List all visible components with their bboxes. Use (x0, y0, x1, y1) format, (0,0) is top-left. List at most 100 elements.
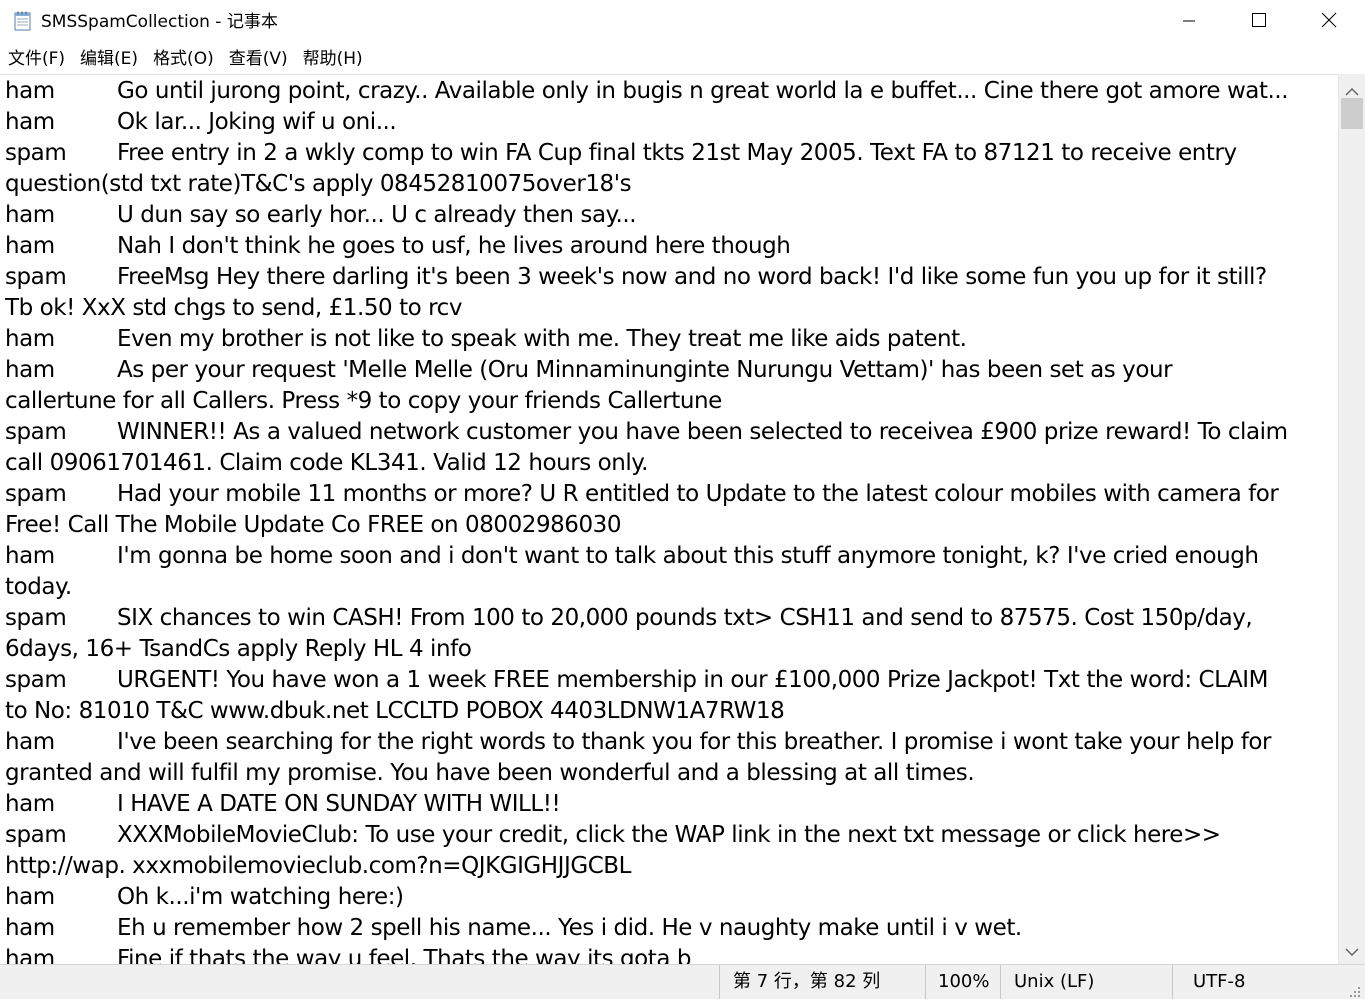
zoom-level: 100% (925, 965, 1000, 999)
vertical-scrollbar[interactable] (1338, 74, 1365, 964)
message-label: spam (5, 822, 67, 848)
text-line[interactable]: ham Fine if thats the way u feel. Thats t… (5, 944, 1335, 965)
message-text: Oh k...i'm watching here:) (117, 884, 404, 910)
text-line[interactable]: ham Oh k...i'm watching here:) (5, 882, 1335, 913)
message-label: ham (5, 78, 55, 104)
menu-edit[interactable]: 编辑(E) (73, 48, 145, 70)
menu-help[interactable]: 帮助(H) (296, 48, 370, 70)
message-label: spam (5, 667, 67, 693)
message-text: Go until jurong point, crazy.. Available… (117, 78, 1289, 104)
text-line[interactable]: granted and will fulfil my promise. You … (5, 758, 1335, 789)
message-label: ham (5, 729, 55, 755)
minimize-icon (1182, 13, 1196, 32)
close-icon (1321, 12, 1337, 32)
text-line[interactable]: Free! Call The Mobile Update Co FREE on … (5, 510, 1335, 541)
text-line[interactable]: spam FreeMsg Hey there darling it's been … (5, 262, 1335, 293)
text-line[interactable]: spam XXXMobileMovieClub: To use your cred… (5, 820, 1335, 851)
message-text: U dun say so early hor... U c already th… (117, 202, 637, 228)
message-label: ham (5, 791, 55, 817)
message-label: ham (5, 326, 55, 352)
message-text: call 09061701461. Claim code KL341. Vali… (5, 450, 649, 476)
text-line[interactable]: ham As per your request 'Melle Melle (Oru… (5, 355, 1335, 386)
message-text: granted and will fulfil my promise. You … (5, 760, 975, 786)
message-text: question(std txt rate)T&C's apply 084528… (5, 171, 632, 197)
message-text: Free! Call The Mobile Update Co FREE on … (5, 512, 622, 538)
message-text: Ok lar... Joking wif u oni... (117, 109, 397, 135)
text-line[interactable]: ham Nah I don't think he goes to usf, he … (5, 231, 1335, 262)
message-text: URGENT! You have won a 1 week FREE membe… (117, 667, 1268, 693)
text-line[interactable]: ham I HAVE A DATE ON SUNDAY WITH WILL!! (5, 789, 1335, 820)
text-line[interactable]: spam Free entry in 2 a wkly comp to win F… (5, 138, 1335, 169)
message-text: SIX chances to win CASH! From 100 to 20,… (117, 605, 1253, 631)
message-label: spam (5, 605, 67, 631)
message-label: spam (5, 419, 67, 445)
message-text: As per your request 'Melle Melle (Oru Mi… (117, 357, 1173, 383)
text-line[interactable]: ham Go until jurong point, crazy.. Availa… (5, 76, 1335, 107)
scroll-down-arrow-icon[interactable] (1345, 942, 1359, 961)
message-label: ham (5, 109, 55, 135)
text-line[interactable]: ham I'm gonna be home soon and i don't wa… (5, 541, 1335, 572)
cursor-position: 第 7 行，第 82 列 (719, 965, 925, 999)
message-text: Nah I don't think he goes to usf, he liv… (117, 233, 791, 259)
message-text: Tb ok! XxX std chgs to send, £1.50 to rc… (5, 295, 462, 321)
message-label: spam (5, 140, 67, 166)
text-line[interactable]: today. (5, 572, 1335, 603)
text-line[interactable]: Tb ok! XxX std chgs to send, £1.50 to rc… (5, 293, 1335, 324)
text-line[interactable]: callertune for all Callers. Press *9 to … (5, 386, 1335, 417)
encoding: UTF-8 (1172, 965, 1365, 999)
text-line[interactable]: spam URGENT! You have won a 1 week FREE m… (5, 665, 1335, 696)
message-text: FreeMsg Hey there darling it's been 3 we… (117, 264, 1267, 290)
resize-grip-icon[interactable] (1349, 983, 1361, 1002)
maximize-icon (1251, 12, 1267, 32)
title-bar[interactable]: SMSSpamCollection - 记事本 (0, 0, 1365, 44)
message-label: ham (5, 543, 55, 569)
text-line[interactable]: http://wap. xxxmobilemovieclub.com?n=QJK… (5, 851, 1335, 882)
text-line[interactable]: question(std txt rate)T&C's apply 084528… (5, 169, 1335, 200)
text-line[interactable]: call 09061701461. Claim code KL341. Vali… (5, 448, 1335, 479)
text-line[interactable]: ham Even my brother is not like to speak … (5, 324, 1335, 355)
message-text: 6days, 16+ TsandCs apply Reply HL 4 info (5, 636, 472, 662)
line-ending: Unix (LF) (1000, 965, 1172, 999)
message-label: ham (5, 202, 55, 228)
message-label: ham (5, 915, 55, 941)
message-text: Free entry in 2 a wkly comp to win FA Cu… (117, 140, 1237, 166)
message-text: today. (5, 574, 72, 600)
notepad-icon (14, 11, 32, 31)
message-text: to No: 81010 T&C www.dbuk.net LCCLTD POB… (5, 698, 785, 724)
message-text: I HAVE A DATE ON SUNDAY WITH WILL!! (117, 791, 561, 817)
message-text: Even my brother is not like to speak wit… (117, 326, 967, 352)
message-text: http://wap. xxxmobilemovieclub.com?n=QJK… (5, 853, 631, 879)
text-line[interactable]: spam SIX chances to win CASH! From 100 to… (5, 603, 1335, 634)
text-line[interactable]: ham U dun say so early hor... U c already… (5, 200, 1335, 231)
message-label: ham (5, 233, 55, 259)
text-line[interactable]: 6days, 16+ TsandCs apply Reply HL 4 info (5, 634, 1335, 665)
message-text: Eh u remember how 2 spell his name... Ye… (117, 915, 1022, 941)
message-text: XXXMobileMovieClub: To use your credit, … (117, 822, 1221, 848)
message-text: callertune for all Callers. Press *9 to … (5, 388, 722, 414)
text-line[interactable]: spam Had your mobile 11 months or more? U… (5, 479, 1335, 510)
text-line[interactable]: to No: 81010 T&C www.dbuk.net LCCLTD POB… (5, 696, 1335, 727)
maximize-button[interactable] (1224, 0, 1294, 44)
text-line[interactable]: ham Eh u remember how 2 spell his name...… (5, 913, 1335, 944)
menu-bar: 文件(F) 编辑(E) 格式(O) 查看(V) 帮助(H) (0, 44, 1365, 74)
message-text: Had your mobile 11 months or more? U R e… (117, 481, 1279, 507)
status-bar: 第 7 行，第 82 列 100% Unix (LF) UTF-8 (0, 964, 1365, 999)
minimize-button[interactable] (1154, 0, 1224, 44)
text-editor[interactable]: ham Go until jurong point, crazy.. Availa… (0, 74, 1338, 965)
scrollbar-thumb[interactable] (1341, 98, 1363, 129)
close-button[interactable] (1294, 0, 1364, 44)
text-line[interactable]: spam WINNER!! As a valued network custome… (5, 417, 1335, 448)
menu-file[interactable]: 文件(F) (1, 48, 72, 70)
window-title: SMSSpamCollection - 记事本 (41, 12, 278, 32)
message-text: I've been searching for the right words … (117, 729, 1272, 755)
text-line[interactable]: ham Ok lar... Joking wif u oni... (5, 107, 1335, 138)
message-label: ham (5, 357, 55, 383)
menu-view[interactable]: 查看(V) (222, 48, 295, 70)
text-line[interactable]: ham I've been searching for the right wor… (5, 727, 1335, 758)
editor-lines: ham Go until jurong point, crazy.. Availa… (5, 76, 1335, 965)
message-label: ham (5, 946, 55, 965)
message-text: Fine if thats the way u feel. Thats the … (117, 946, 691, 965)
menu-format[interactable]: 格式(O) (146, 48, 221, 70)
message-text: WINNER!! As a valued network customer yo… (117, 419, 1288, 445)
message-label: spam (5, 264, 67, 290)
